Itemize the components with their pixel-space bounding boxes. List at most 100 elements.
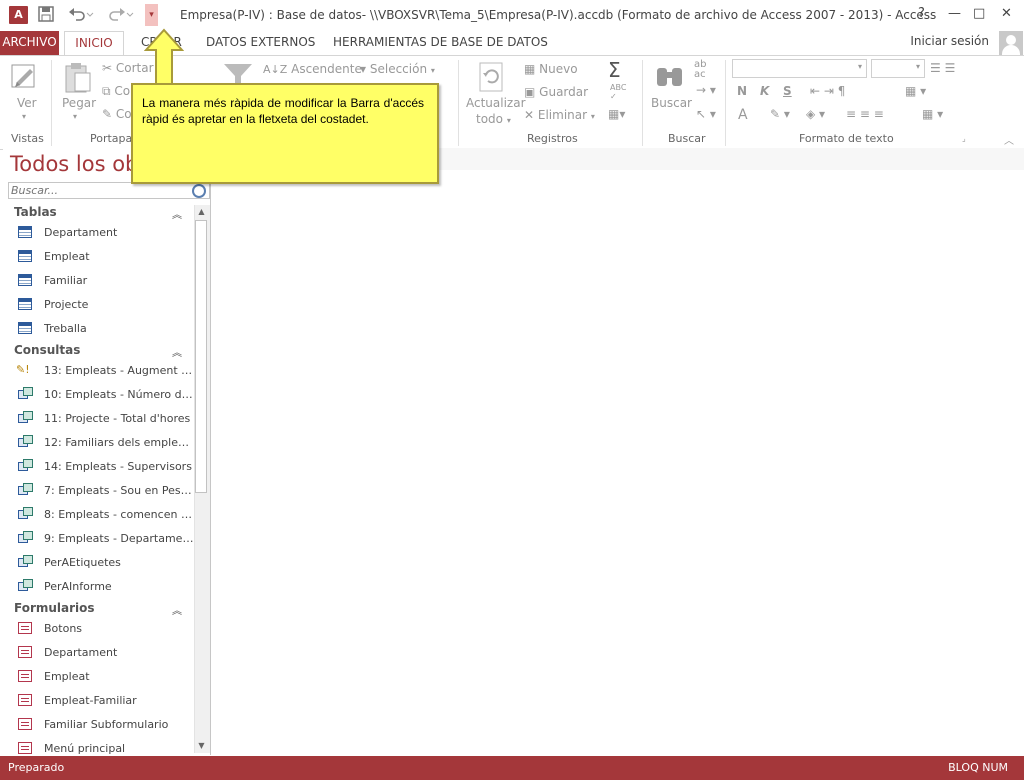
list-item-label: Familiar [44,274,88,287]
sort-ascending-button[interactable]: A↓Z Ascendente [263,62,362,76]
list-item-label: Botons [44,622,83,635]
undo-icon[interactable] [68,6,94,24]
form-icon [18,742,32,754]
ver-dropdown-icon[interactable]: ▾ [22,112,26,121]
bullets-icon[interactable]: ☰ ☰ [930,61,955,75]
minimize-button[interactable]: — [948,6,961,21]
list-item[interactable]: Familiar [16,272,196,292]
indent-icons[interactable]: ⇤ ⇥ ¶ [810,84,845,98]
close-button[interactable]: ✕ [1001,6,1012,21]
scroll-down-icon[interactable]: ▼ [194,739,209,753]
avatar[interactable] [999,31,1023,55]
tab-archivo[interactable]: ARCHIVO [0,31,59,55]
list-item[interactable]: Botons [16,620,196,640]
group-label-registros: Registros [527,132,578,145]
scroll-thumb[interactable] [195,220,207,493]
font-size-select[interactable]: ▾ [871,59,925,78]
list-item[interactable]: 12: Familiars dels empleats [16,434,196,454]
group-label-formato: Formato de texto [799,132,894,145]
ver-button[interactable]: Ver [17,96,37,110]
bold-button[interactable]: N [737,84,747,98]
section-tablas[interactable]: Tablas [14,205,57,219]
save-icon[interactable] [38,6,54,24]
list-item-label: 11: Projecte - Total d'hores [44,412,191,425]
collapse-ribbon-icon[interactable]: ︿ [1004,132,1014,147]
list-item-label: 14: Empleats - Supervisors [44,460,192,473]
list-item[interactable]: Departament [16,644,196,664]
list-item[interactable]: 8: Empleats - comencen per [16,506,196,526]
replace-icon[interactable]: ab ac [694,60,706,80]
chevron-down-icon: ▾ [590,112,595,121]
italic-button[interactable]: K [760,84,769,98]
list-item-label: Treballa [44,322,87,335]
copy-icon: ⧉ [102,84,111,98]
tab-datos-externos[interactable]: DATOS EXTERNOS [206,31,315,55]
fill-color-icon[interactable]: ◈ ▾ [806,107,825,121]
actualizar-todo-label[interactable]: todo ▾ [476,112,511,126]
font-color-button[interactable]: A [738,107,748,123]
redo-icon[interactable] [108,6,134,24]
list-item[interactable]: PerAEtiquetes [16,554,196,574]
more-records-icon[interactable]: ▦▾ [608,107,625,121]
list-item[interactable]: 11: Projecte - Total d'hores [16,410,196,430]
tab-inicio[interactable]: INICIO [64,31,124,55]
ascendente-label: Ascendente [291,62,362,76]
pegar-button[interactable]: Pegar [62,96,96,110]
save-record-button[interactable]: ▣ Guardar [524,85,588,99]
delete-record-button[interactable]: ✕ Eliminar ▾ [524,108,595,122]
query-icon [18,555,33,569]
search-icon[interactable] [192,184,206,198]
goto-icon[interactable]: → ▾ [696,83,716,97]
customize-qat-dropdown-icon[interactable]: ▾ [145,4,158,26]
totals-icon[interactable]: Σ [608,58,621,82]
list-item[interactable]: 9: Empleats - Departaments [16,530,196,550]
buscar-button[interactable]: Buscar [651,96,692,110]
list-item[interactable]: 10: Empleats - Número de fills [16,386,196,406]
actualizar-button[interactable]: Actualizar [466,96,526,110]
sort-az-icon: A↓Z [263,63,288,76]
access-logo-icon[interactable]: A [9,6,28,24]
spelling-icon[interactable]: ABC ✓ [610,83,626,101]
list-item[interactable]: Departament [16,224,196,244]
collapse-icon[interactable]: ︽ [172,206,182,221]
list-item[interactable]: PerAInforme [16,578,196,598]
alternate-row-icon[interactable]: ▦ ▾ [922,107,943,121]
tab-herramientas[interactable]: HERRAMIENTAS DE BASE DE DATOS [333,31,548,55]
select-icon[interactable]: ↖ ▾ [696,107,716,121]
section-formularios[interactable]: Formularios [14,601,95,615]
new-record-button[interactable]: ▦ Nuevo [524,62,578,76]
font-family-select[interactable]: ▾ [732,59,867,78]
list-item[interactable]: Treballa [16,320,196,340]
align-icons[interactable]: ≡ ≡ ≡ [846,107,884,121]
highlight-icon[interactable]: ✎ ▾ [770,107,790,121]
gridlines-icon[interactable]: ▦ ▾ [905,84,926,98]
group-label-buscar: Buscar [668,132,706,145]
list-item[interactable]: 14: Empleats - Supervisors [16,458,196,478]
list-item[interactable]: Projecte [16,296,196,316]
sign-in-link[interactable]: Iniciar sesión [910,34,989,48]
list-item[interactable]: Empleat-Familiar [16,692,196,712]
divider [642,60,643,146]
list-item[interactable]: Empleat [16,668,196,688]
chevron-down-icon: ▾ [430,66,435,75]
nav-search-input[interactable] [9,183,193,198]
collapse-icon[interactable]: ︽ [172,344,182,359]
list-item-label: Empleat [44,670,90,683]
list-item-label: Projecte [44,298,89,311]
maximize-button[interactable]: □ [973,6,985,21]
list-item[interactable]: 7: Empleats - Sou en Pessetes [16,482,196,502]
selection-filter-button[interactable]: ▾ Selección ▾ [360,62,435,76]
guardar-label: Guardar [539,85,589,99]
section-consultas[interactable]: Consultas [14,343,80,357]
navigation-pane: Todos los objetos de Access Tablas ︽ Dep… [3,148,301,755]
scroll-up-icon[interactable]: ▲ [194,205,209,219]
collapse-icon[interactable]: ︽ [172,602,182,617]
dialog-launcher-icon[interactable]: ⌟ [962,134,966,143]
help-icon[interactable]: ? [918,6,925,21]
list-item-label: Departament [44,646,118,659]
list-item[interactable]: Familiar Subformulario [16,716,196,736]
underline-button[interactable]: S [783,84,792,98]
pegar-dropdown-icon[interactable]: ▾ [73,112,77,121]
list-item[interactable]: Empleat [16,248,196,268]
list-item[interactable]: ✎! 13: Empleats - Augment Sou [16,362,196,382]
